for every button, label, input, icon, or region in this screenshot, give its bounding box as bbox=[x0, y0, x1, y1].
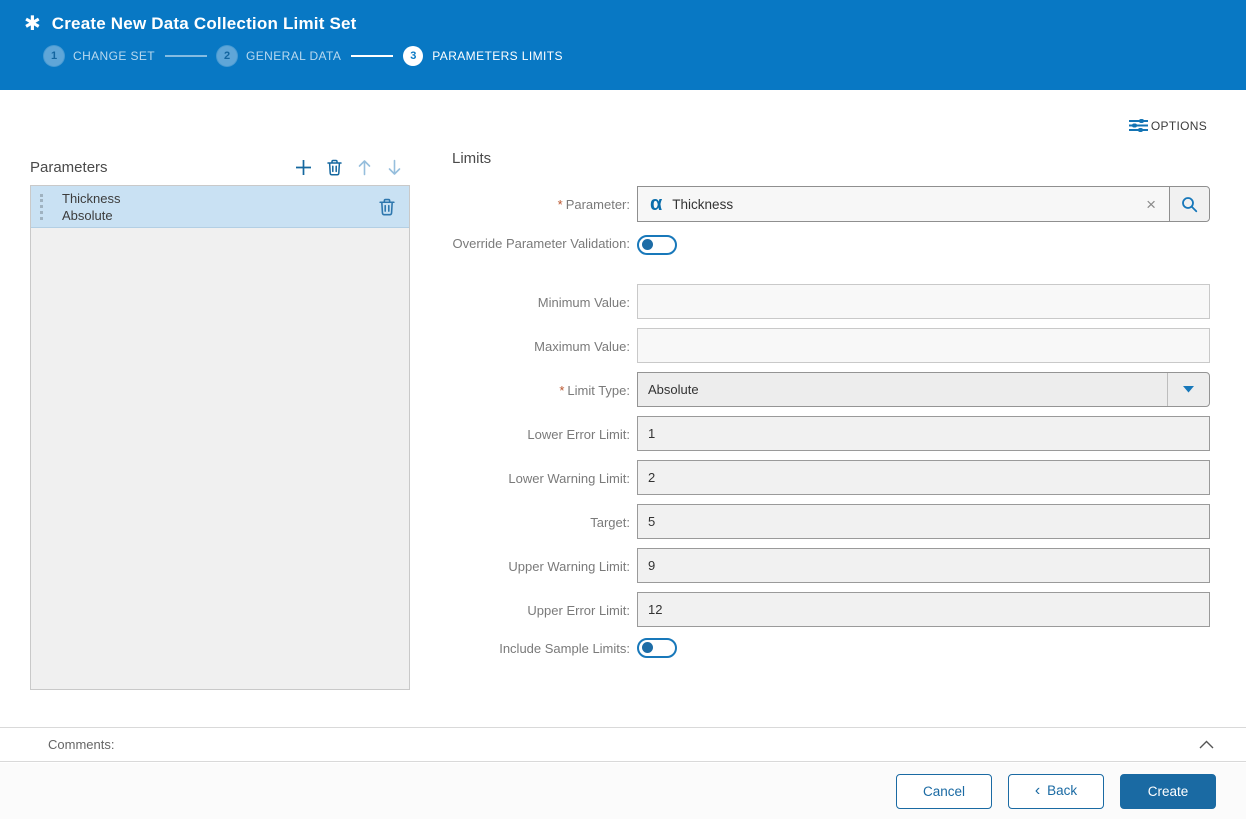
delete-parameter-button[interactable] bbox=[327, 159, 342, 176]
step-1-circle: 1 bbox=[44, 46, 64, 66]
step-2-label: GENERAL DATA bbox=[246, 49, 341, 63]
limits-form: Limits *Parameter: α Thickness × Overrid… bbox=[452, 150, 1216, 672]
parameter-label: *Parameter: bbox=[452, 186, 637, 222]
minimum-value-input[interactable] bbox=[637, 284, 1210, 319]
alpha-type-icon: α bbox=[638, 194, 672, 214]
maximum-value-input[interactable] bbox=[637, 328, 1210, 363]
parameter-input[interactable]: α Thickness × bbox=[637, 186, 1210, 222]
upper-error-limit-input[interactable] bbox=[637, 592, 1210, 627]
parameter-item-name: Thickness bbox=[62, 190, 121, 207]
step-general-data[interactable]: 2 GENERAL DATA bbox=[217, 46, 341, 66]
wizard-header: ✱ Create New Data Collection Limit Set 1… bbox=[0, 0, 1246, 90]
step-change-set[interactable]: 1 CHANGE SET bbox=[44, 46, 155, 66]
clear-parameter-button[interactable]: × bbox=[1133, 196, 1169, 213]
back-button-label: Back bbox=[1047, 783, 1077, 798]
cancel-button[interactable]: Cancel bbox=[896, 774, 992, 809]
step-connector bbox=[165, 55, 207, 57]
parameters-panel-title: Parameters bbox=[30, 159, 108, 176]
step-parameters-limits[interactable]: 3 PARAMETERS LIMITS bbox=[403, 46, 563, 66]
arrow-up-icon bbox=[357, 159, 372, 176]
parameters-panel: Parameters bbox=[30, 150, 410, 690]
target-input[interactable] bbox=[637, 504, 1210, 539]
plus-icon bbox=[295, 159, 312, 176]
trash-icon bbox=[379, 198, 395, 216]
parameter-list-item[interactable]: Thickness Absolute bbox=[31, 186, 409, 228]
chevron-left-icon: ‹ bbox=[1035, 782, 1040, 799]
move-up-button[interactable] bbox=[357, 159, 372, 176]
include-sample-limits-toggle[interactable] bbox=[637, 638, 677, 658]
override-validation-toggle[interactable] bbox=[637, 235, 677, 255]
lower-error-limit-label: Lower Error Limit: bbox=[452, 416, 637, 451]
limit-type-value: Absolute bbox=[638, 382, 1167, 397]
lower-warning-limit-input[interactable] bbox=[637, 460, 1210, 495]
create-asterisk-icon: ✱ bbox=[24, 14, 41, 34]
required-asterisk: * bbox=[558, 197, 563, 212]
toggle-knob bbox=[642, 239, 653, 250]
collapse-comments-button[interactable] bbox=[1199, 740, 1214, 749]
create-button[interactable]: Create bbox=[1120, 774, 1216, 809]
upper-warning-limit-input[interactable] bbox=[637, 548, 1210, 583]
add-parameter-button[interactable] bbox=[295, 159, 312, 176]
lower-warning-limit-label: Lower Warning Limit: bbox=[452, 460, 637, 495]
chevron-up-icon bbox=[1199, 740, 1214, 749]
options-button[interactable]: OPTIONS bbox=[1129, 118, 1207, 133]
step-1-label: CHANGE SET bbox=[73, 49, 155, 63]
chevron-down-icon bbox=[1167, 373, 1209, 406]
step-connector bbox=[351, 55, 393, 57]
parameter-item-limit-type: Absolute bbox=[62, 207, 121, 224]
upper-warning-limit-label: Upper Warning Limit: bbox=[452, 548, 637, 583]
include-sample-limits-label: Include Sample Limits: bbox=[452, 636, 637, 663]
comments-section[interactable]: Comments: bbox=[0, 727, 1246, 762]
arrow-down-icon bbox=[387, 159, 402, 176]
drag-handle-icon[interactable] bbox=[40, 194, 43, 220]
minimum-value-label: Minimum Value: bbox=[452, 284, 637, 319]
step-2-circle: 2 bbox=[217, 46, 237, 66]
lower-error-limit-input[interactable] bbox=[637, 416, 1210, 451]
parameter-value: Thickness bbox=[672, 197, 1133, 212]
required-asterisk: * bbox=[559, 383, 564, 398]
options-label: OPTIONS bbox=[1151, 119, 1207, 133]
limits-form-title: Limits bbox=[452, 150, 1216, 167]
target-label: Target: bbox=[452, 504, 637, 539]
comments-label: Comments: bbox=[48, 737, 114, 752]
override-validation-label: Override Parameter Validation: bbox=[452, 231, 637, 275]
toggle-knob bbox=[642, 642, 653, 653]
wizard-footer: Cancel ‹ Back Create bbox=[0, 763, 1246, 819]
limit-type-label: *Limit Type: bbox=[452, 372, 637, 407]
limit-type-dropdown[interactable]: Absolute bbox=[637, 372, 1210, 407]
options-sliders-icon bbox=[1129, 118, 1148, 133]
create-limit-set-wizard: ✱ Create New Data Collection Limit Set 1… bbox=[0, 0, 1246, 819]
trash-icon bbox=[327, 159, 342, 176]
maximum-value-label: Maximum Value: bbox=[452, 328, 637, 363]
step-3-circle: 3 bbox=[403, 46, 423, 66]
parameters-list: Thickness Absolute bbox=[30, 185, 410, 690]
move-down-button[interactable] bbox=[387, 159, 402, 176]
search-parameter-button[interactable] bbox=[1169, 187, 1209, 221]
step-3-label: PARAMETERS LIMITS bbox=[432, 49, 563, 63]
search-icon bbox=[1181, 196, 1198, 213]
page-title: Create New Data Collection Limit Set bbox=[52, 14, 357, 34]
parameters-toolbar bbox=[295, 159, 410, 176]
remove-item-button[interactable] bbox=[379, 198, 395, 216]
wizard-steps: 1 CHANGE SET 2 GENERAL DATA 3 PARAMETERS… bbox=[44, 46, 1246, 66]
upper-error-limit-label: Upper Error Limit: bbox=[452, 592, 637, 627]
back-button[interactable]: ‹ Back bbox=[1008, 774, 1104, 809]
